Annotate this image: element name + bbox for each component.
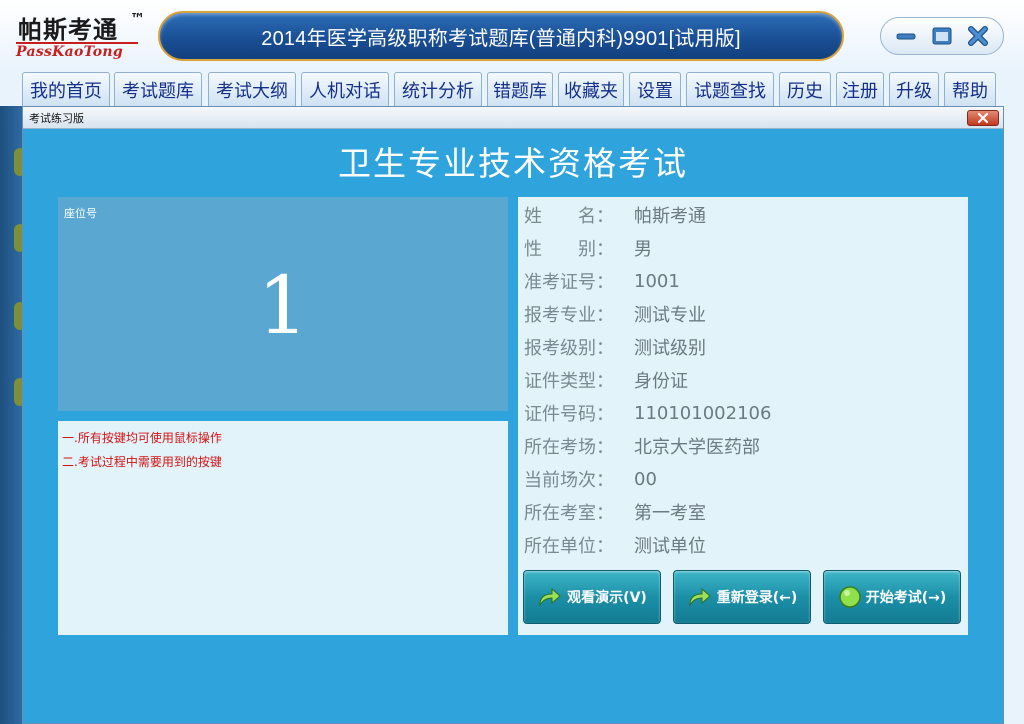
instruction-note: 二.考试过程中需要用到的按键 — [62, 455, 222, 469]
info-row-exam-site: 所在考场： 北京大学医药部 — [524, 434, 760, 458]
tab-favorites[interactable]: 收藏夹 — [558, 72, 624, 106]
tab-register[interactable]: 注册 — [836, 72, 884, 106]
info-label: 性 别： — [524, 239, 614, 260]
info-row-major: 报考专业： 测试专业 — [524, 302, 706, 326]
info-value: 男 — [634, 239, 652, 260]
start-exam-label: 开始考试(→) — [865, 590, 947, 606]
dialog-title: 考试练习版 — [29, 112, 84, 125]
info-value: 110101002106 — [634, 402, 772, 424]
info-label: 准考证号： — [524, 272, 614, 293]
start-exam-button[interactable]: 开始考试(→) — [823, 570, 961, 624]
relogin-label: 重新登录(←) — [716, 590, 798, 606]
seat-number: 1 — [257, 259, 309, 352]
info-label: 报考专业： — [524, 305, 614, 326]
minimize-button[interactable] — [891, 23, 921, 49]
instruction-note: 一.所有按键均可使用鼠标操作 — [62, 431, 222, 445]
info-row-id-type: 证件类型： 身份证 — [524, 368, 688, 392]
tab-syllabus[interactable]: 考试大纲 — [208, 72, 296, 106]
arrow-right-icon — [689, 587, 711, 607]
window-controls — [880, 17, 1004, 55]
app-header: 帕斯考通 ™ PassKaoTong 2014年医学高级职称考试题库(普通内科)… — [0, 0, 1024, 68]
minimize-icon — [896, 33, 916, 40]
tab-help[interactable]: 帮助 — [944, 72, 996, 106]
relogin-button[interactable]: 重新登录(←) — [673, 570, 811, 624]
info-row-id-number: 证件号码： 110101002106 — [524, 401, 772, 426]
info-value: 测试专业 — [634, 305, 706, 326]
tab-upgrade[interactable]: 升级 — [889, 72, 939, 106]
exam-heading: 卫生专业技术资格考试 — [338, 144, 688, 183]
close-icon — [968, 26, 988, 46]
seat-panel: 座位号 1 — [58, 197, 508, 411]
logo-trademark: ™ — [130, 10, 145, 28]
info-value: 1001 — [634, 270, 680, 292]
seat-label: 座位号 — [64, 207, 97, 220]
watch-demo-button[interactable]: 观看演示(V) — [523, 570, 661, 624]
info-value: 测试单位 — [634, 536, 706, 557]
info-label: 所在单位： — [524, 536, 614, 557]
title-capsule: 2014年医学高级职称考试题库(普通内科)9901[试用版] — [158, 11, 844, 61]
logo-chinese-text: 帕斯考通 — [18, 15, 118, 44]
app-title: 2014年医学高级职称考试题库(普通内科)9901[试用版] — [261, 27, 741, 50]
logo-english-text: PassKaoTong — [16, 44, 123, 60]
info-label: 当前场次： — [524, 470, 614, 491]
close-icon — [978, 113, 988, 123]
info-row-gender: 性 别： 男 — [524, 236, 652, 260]
green-circle-icon — [838, 586, 861, 608]
tab-home[interactable]: 我的首页 — [22, 72, 110, 106]
info-row-name: 姓 名： 帕斯考通 — [524, 203, 706, 227]
dialog-close-button[interactable] — [967, 110, 999, 126]
arrow-right-icon — [539, 587, 561, 607]
info-label: 所在考场： — [524, 437, 614, 458]
info-value: 北京大学医药部 — [634, 437, 760, 458]
tab-question-search[interactable]: 试题查找 — [686, 72, 774, 106]
app-logo: 帕斯考通 ™ PassKaoTong — [12, 8, 160, 64]
info-value: 测试级别 — [634, 338, 706, 359]
background-window-edge — [0, 106, 26, 724]
instructions-panel: 一.所有按键均可使用鼠标操作 二.考试过程中需要用到的按键 — [58, 421, 508, 635]
exam-practice-dialog: 考试练习版 卫生专业技术资格考试 座位号 1 一.所有按键均可使用鼠标操作 二.… — [22, 106, 1004, 724]
tab-question-bank[interactable]: 考试题库 — [114, 72, 202, 106]
info-label: 所在考室： — [524, 503, 614, 524]
info-row-organization: 所在单位： 测试单位 — [524, 533, 706, 557]
info-row-session: 当前场次： 00 — [524, 467, 657, 492]
restore-button[interactable] — [927, 23, 957, 49]
info-value: 身份证 — [634, 371, 688, 392]
close-button[interactable] — [963, 23, 993, 49]
watch-demo-label: 观看演示(V) — [567, 590, 647, 606]
info-label: 报考级别： — [524, 338, 614, 359]
tab-human-computer-dialog[interactable]: 人机对话 — [301, 72, 389, 106]
info-row-level: 报考级别： 测试级别 — [524, 335, 706, 359]
tab-history[interactable]: 历史 — [779, 72, 831, 106]
main-nav: 我的首页 考试题库 考试大纲 人机对话 统计分析 错题库 收藏夹 设置 试题查找… — [22, 72, 1024, 106]
info-row-admission-no: 准考证号： 1001 — [524, 269, 680, 294]
tab-wrong-questions[interactable]: 错题库 — [487, 72, 553, 106]
info-value: 帕斯考通 — [634, 206, 706, 227]
info-value: 00 — [634, 468, 657, 490]
restore-icon — [932, 27, 952, 45]
tab-settings[interactable]: 设置 — [629, 72, 681, 106]
info-label: 证件类型： — [524, 371, 614, 392]
tab-statistics[interactable]: 统计分析 — [394, 72, 482, 106]
dialog-titlebar[interactable]: 考试练习版 — [23, 107, 1003, 129]
info-row-exam-room: 所在考室： 第一考室 — [524, 500, 706, 524]
info-label: 证件号码： — [524, 404, 614, 425]
info-label: 姓 名： — [524, 206, 614, 227]
info-value: 第一考室 — [634, 503, 706, 524]
